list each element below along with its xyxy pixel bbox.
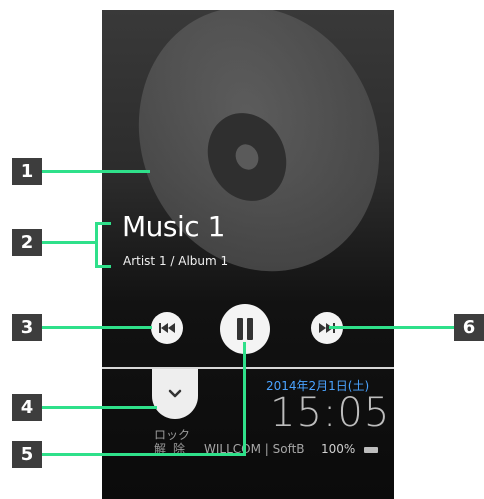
callout-line-6 [329, 326, 454, 329]
phone-screen: Music 1 Artist 1 / Album 1 ロック 解除 2014年2… [102, 10, 394, 499]
callout-6: 6 [454, 314, 484, 341]
callout-line-2-bottom [95, 265, 111, 268]
artist-album: Artist 1 / Album 1 [123, 254, 229, 268]
previous-button[interactable] [151, 312, 183, 344]
battery-icon [364, 447, 378, 453]
chevron-down-icon [168, 389, 182, 398]
callout-line-3 [42, 326, 152, 329]
callout-line-1 [42, 170, 150, 173]
callout-4: 4 [12, 394, 42, 421]
lockscreen-clock: 15:05 [270, 390, 391, 436]
callout-line-4 [42, 406, 157, 409]
callout-line-2-bracket [95, 222, 98, 268]
callout-1: 1 [12, 158, 42, 185]
skip-previous-icon [159, 323, 175, 333]
battery-percent: 100% [321, 442, 356, 456]
callout-5: 5 [12, 441, 42, 468]
song-title: Music 1 [122, 210, 225, 243]
figure: Music 1 Artist 1 / Album 1 ロック 解除 2014年2… [0, 0, 484, 499]
callout-line-5 [42, 453, 246, 456]
pause-icon [237, 318, 253, 340]
callout-3: 3 [12, 314, 42, 341]
callout-line-5-vertical [243, 342, 246, 456]
callout-line-2-top [95, 222, 111, 225]
lock-divider [102, 367, 394, 369]
callout-2: 2 [12, 229, 42, 256]
unlock-handle[interactable] [152, 369, 198, 419]
callout-line-2 [42, 241, 97, 244]
